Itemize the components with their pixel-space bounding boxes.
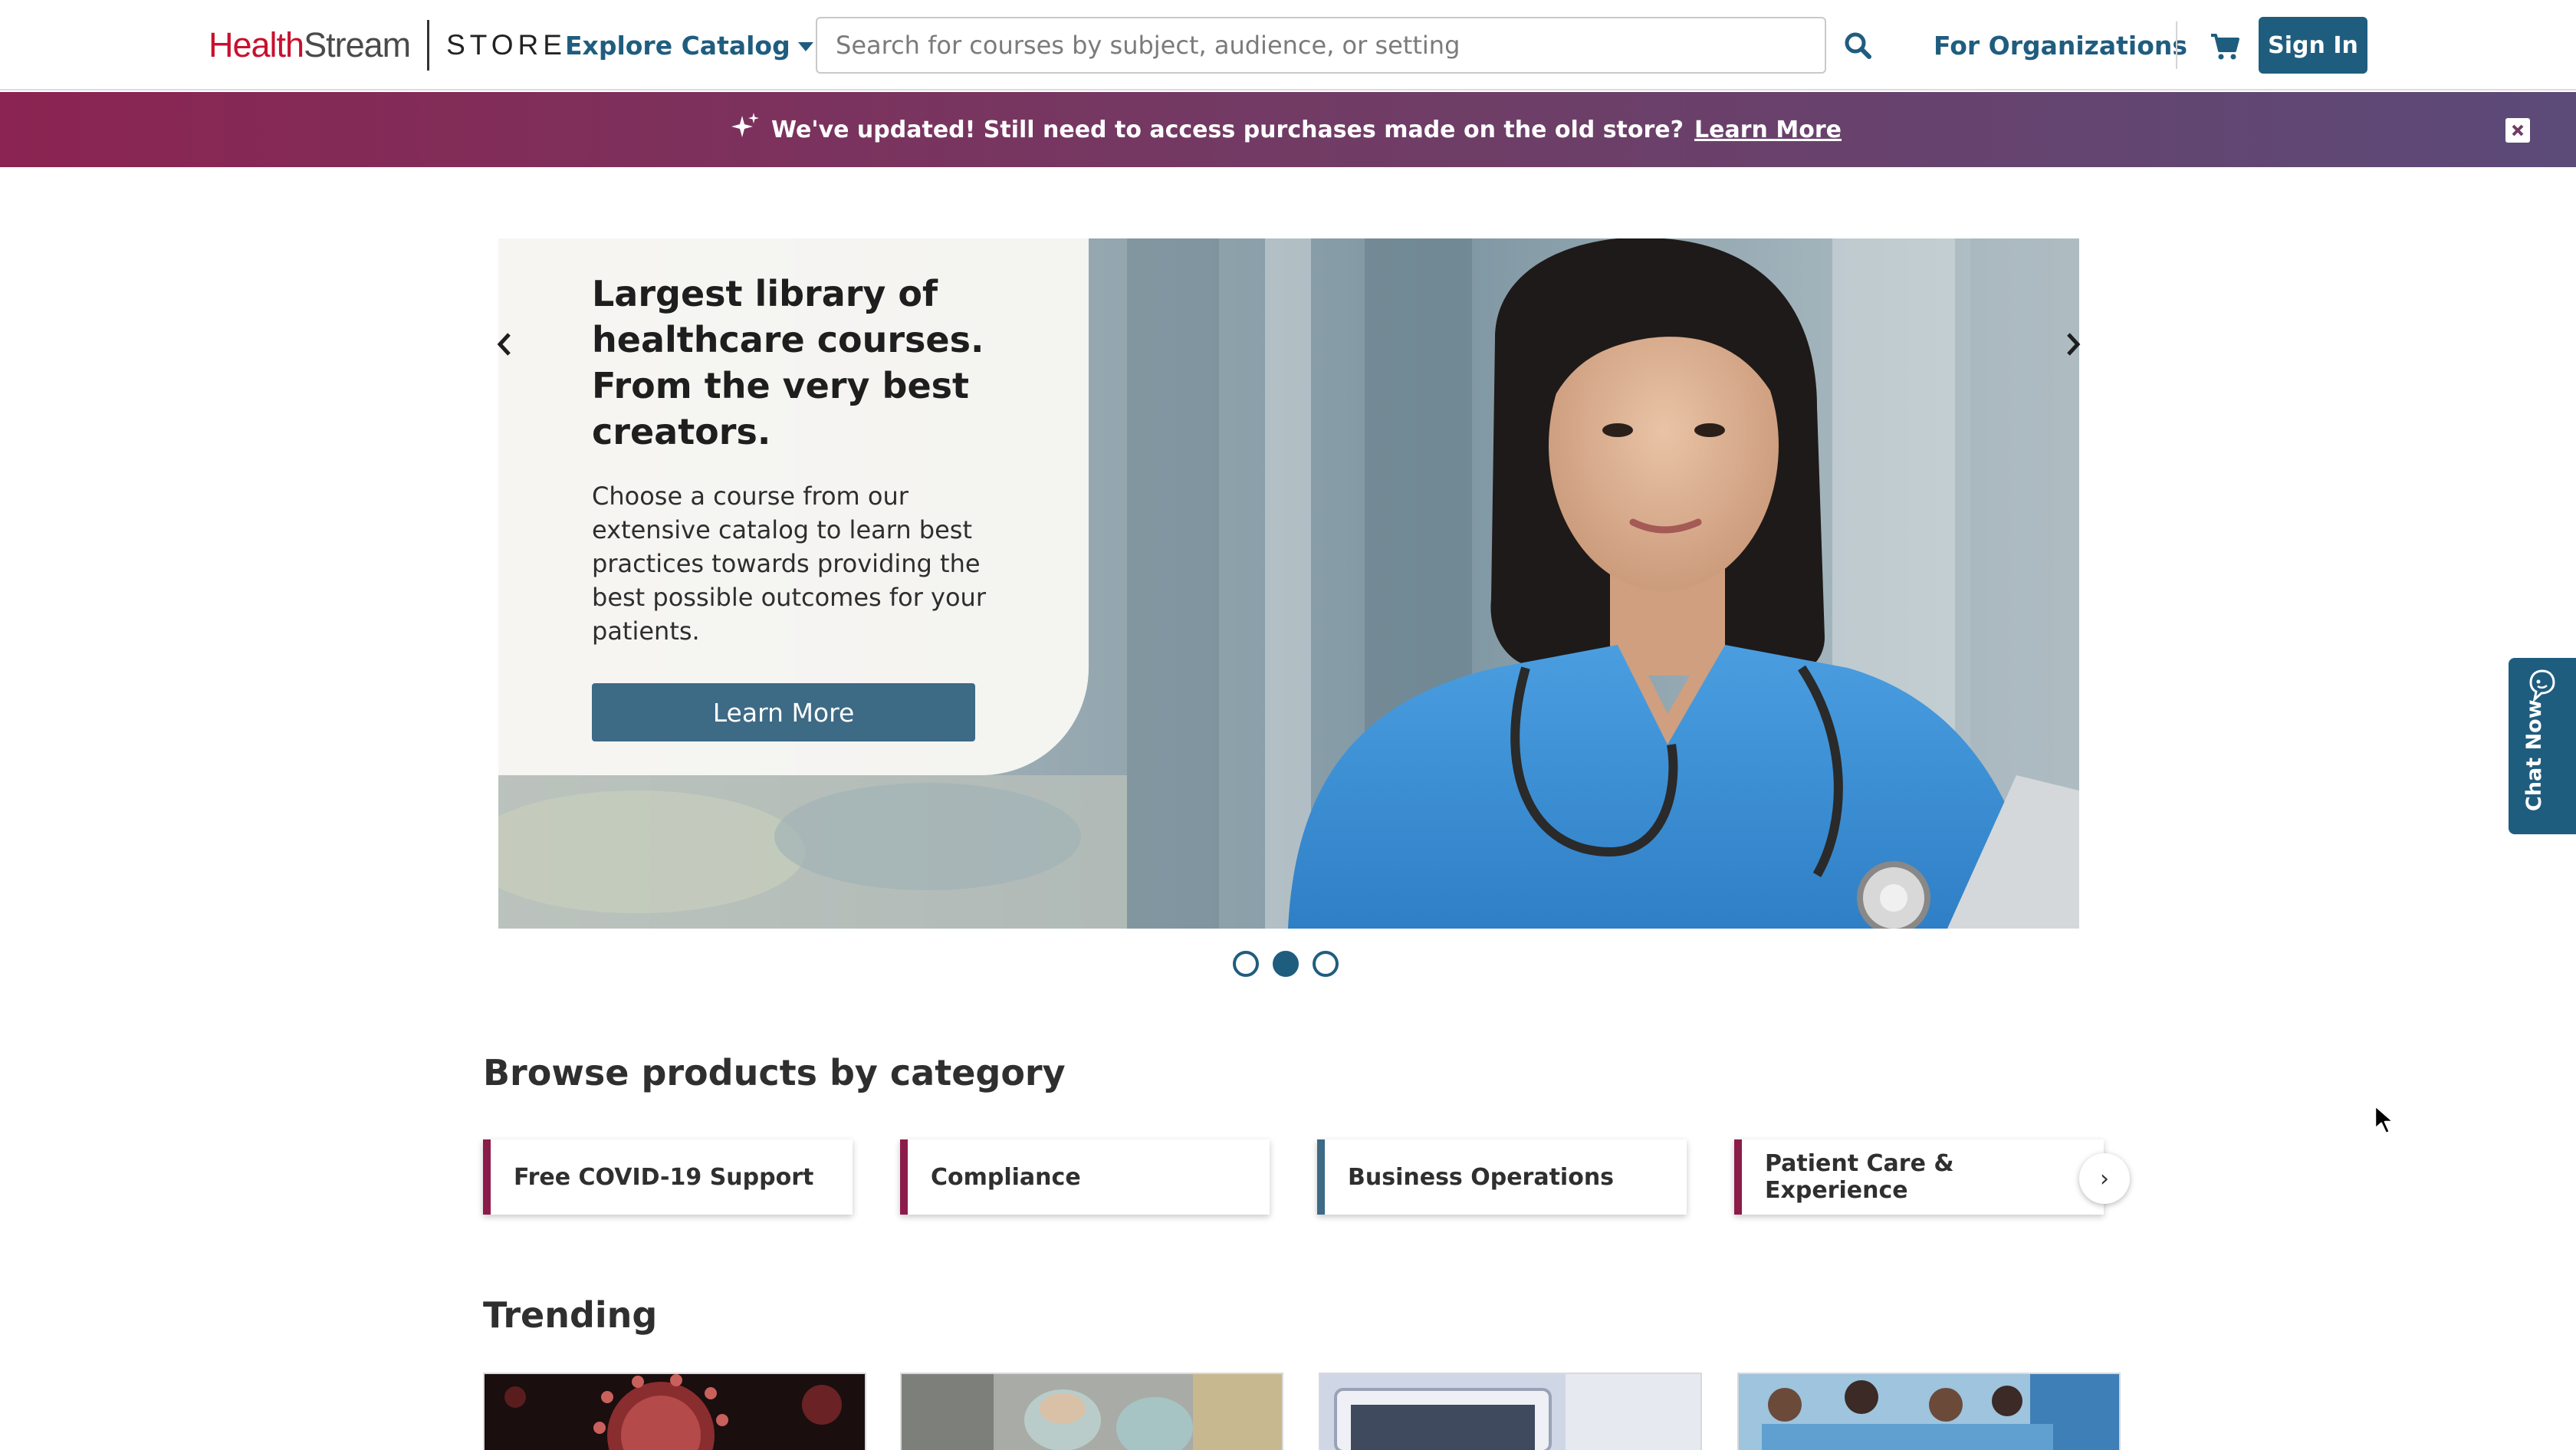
browse-categories-heading: Browse products by category	[483, 1052, 1066, 1093]
category-list: Free COVID-19 Support Compliance Busines…	[483, 1139, 2131, 1216]
explore-catalog-label: Explore Catalog	[565, 30, 790, 61]
cart-icon[interactable]	[2208, 29, 2242, 63]
search-icon[interactable]	[1842, 29, 1875, 63]
site-header: HealthStream STORE Explore Catalog For O…	[0, 0, 2576, 90]
hero-description: Choose a course from our extensive catal…	[592, 482, 986, 646]
search-field-wrapper	[816, 17, 1826, 74]
sign-in-button[interactable]: Sign In	[2259, 17, 2367, 74]
chevron-right-icon	[2064, 331, 2082, 360]
category-label: Compliance	[931, 1163, 1081, 1191]
trending-card-4[interactable]	[1737, 1373, 2121, 1450]
category-label: Business Operations	[1348, 1163, 1615, 1191]
explore-catalog-menu[interactable]: Explore Catalog	[565, 26, 813, 64]
trending-heading: Trending	[483, 1294, 658, 1336]
carousel-next-button[interactable]	[2056, 315, 2090, 376]
hero-text-card: Largest library of healthcare courses. F…	[498, 238, 1089, 775]
logo-divider	[427, 20, 430, 71]
header-divider	[2176, 21, 2177, 69]
surgeons-thumbnail	[902, 1374, 1282, 1450]
category-next-button[interactable]: ›	[2079, 1153, 2130, 1204]
search-input[interactable]	[836, 31, 1806, 60]
update-banner: We've updated! Still need to access purc…	[0, 92, 2576, 167]
logo-store-text: STORE	[446, 29, 567, 61]
close-icon[interactable]	[2505, 118, 2530, 143]
hero-carousel: Largest library of healthcare courses. F…	[498, 238, 2079, 929]
banner-message: We've updated! Still need to access purc…	[771, 116, 1684, 143]
for-organizations-link[interactable]: For Organizations	[1934, 26, 2187, 64]
sparkle-icon	[730, 111, 761, 148]
trending-card-1[interactable]	[483, 1373, 866, 1450]
chat-now-label: Chat Now	[2522, 699, 2546, 811]
monitor-thumbnail	[1320, 1374, 1700, 1450]
logo-stream-text: Stream	[304, 25, 411, 64]
carousel-dot-3[interactable]	[1313, 951, 1339, 977]
category-label: Patient Care & Experience	[1765, 1150, 1954, 1204]
trending-card-3[interactable]	[1319, 1373, 1702, 1450]
category-compliance[interactable]: Compliance	[900, 1139, 1270, 1215]
chevron-left-icon	[495, 331, 514, 360]
medical-team-thumbnail	[1739, 1374, 2119, 1450]
carousel-prev-button[interactable]	[488, 315, 521, 376]
carousel-dot-2[interactable]	[1273, 951, 1299, 977]
logo-health-text: Health	[209, 25, 304, 64]
category-patient-care-experience[interactable]: Patient Care & Experience	[1734, 1139, 2104, 1215]
category-business-operations[interactable]: Business Operations	[1317, 1139, 1687, 1215]
hero-learn-more-button[interactable]: Learn More	[592, 683, 975, 741]
chevron-right-icon: ›	[2100, 1165, 2109, 1192]
chat-now-button[interactable]: Chat Now	[2509, 658, 2576, 834]
carousel-indicators	[1233, 951, 1339, 977]
hero-title: Largest library of healthcare courses. F…	[592, 273, 984, 452]
mouse-cursor	[2374, 1104, 2395, 1135]
trending-card-2[interactable]	[900, 1373, 1283, 1450]
category-label: Free COVID-19 Support	[514, 1163, 814, 1191]
carousel-dot-1[interactable]	[1233, 951, 1259, 977]
banner-learn-more-link[interactable]: Learn More	[1694, 117, 1842, 143]
virus-thumbnail	[485, 1374, 865, 1450]
healthstream-store-logo[interactable]: Health Stream STORE	[209, 18, 567, 72]
category-free-covid-support[interactable]: Free COVID-19 Support	[483, 1139, 853, 1215]
chevron-down-icon	[797, 42, 813, 51]
